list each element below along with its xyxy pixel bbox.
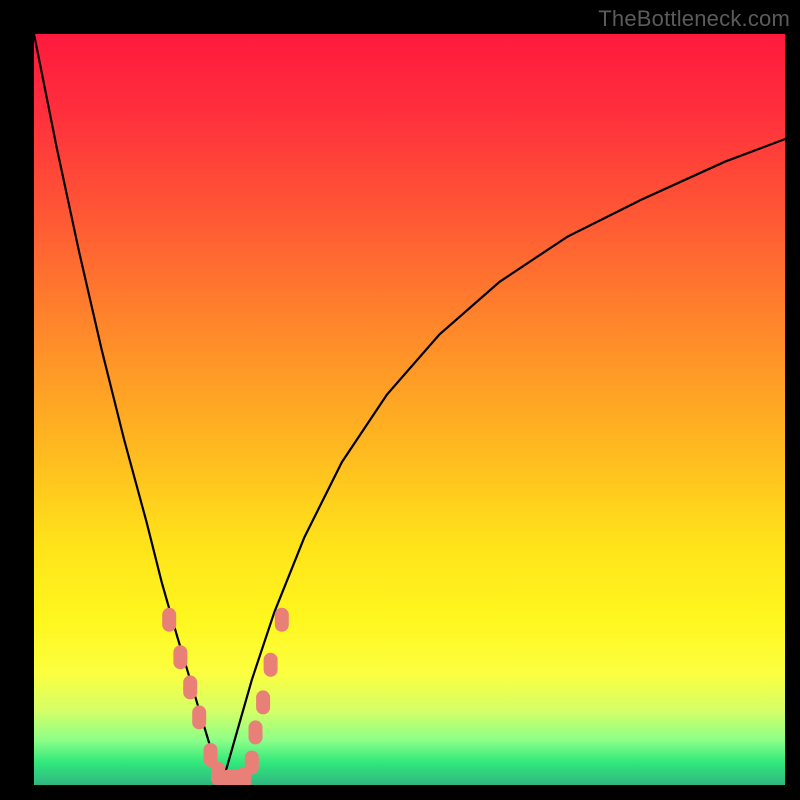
marker-point [183, 675, 197, 699]
series-left-branch [34, 34, 222, 785]
marker-point [245, 751, 259, 775]
marker-point [275, 608, 289, 632]
curve-lines [34, 34, 785, 785]
marker-point [173, 645, 187, 669]
marker-point [249, 720, 263, 744]
plot-area [34, 34, 785, 785]
curve-overlay [34, 34, 785, 785]
watermark-label: TheBottleneck.com [598, 6, 790, 32]
marker-point [162, 608, 176, 632]
series-right-branch [222, 139, 785, 785]
marker-point [192, 705, 206, 729]
marker-point [264, 653, 278, 677]
chart-frame: TheBottleneck.com [0, 0, 800, 800]
marker-point [256, 690, 270, 714]
highlight-markers [162, 608, 289, 785]
